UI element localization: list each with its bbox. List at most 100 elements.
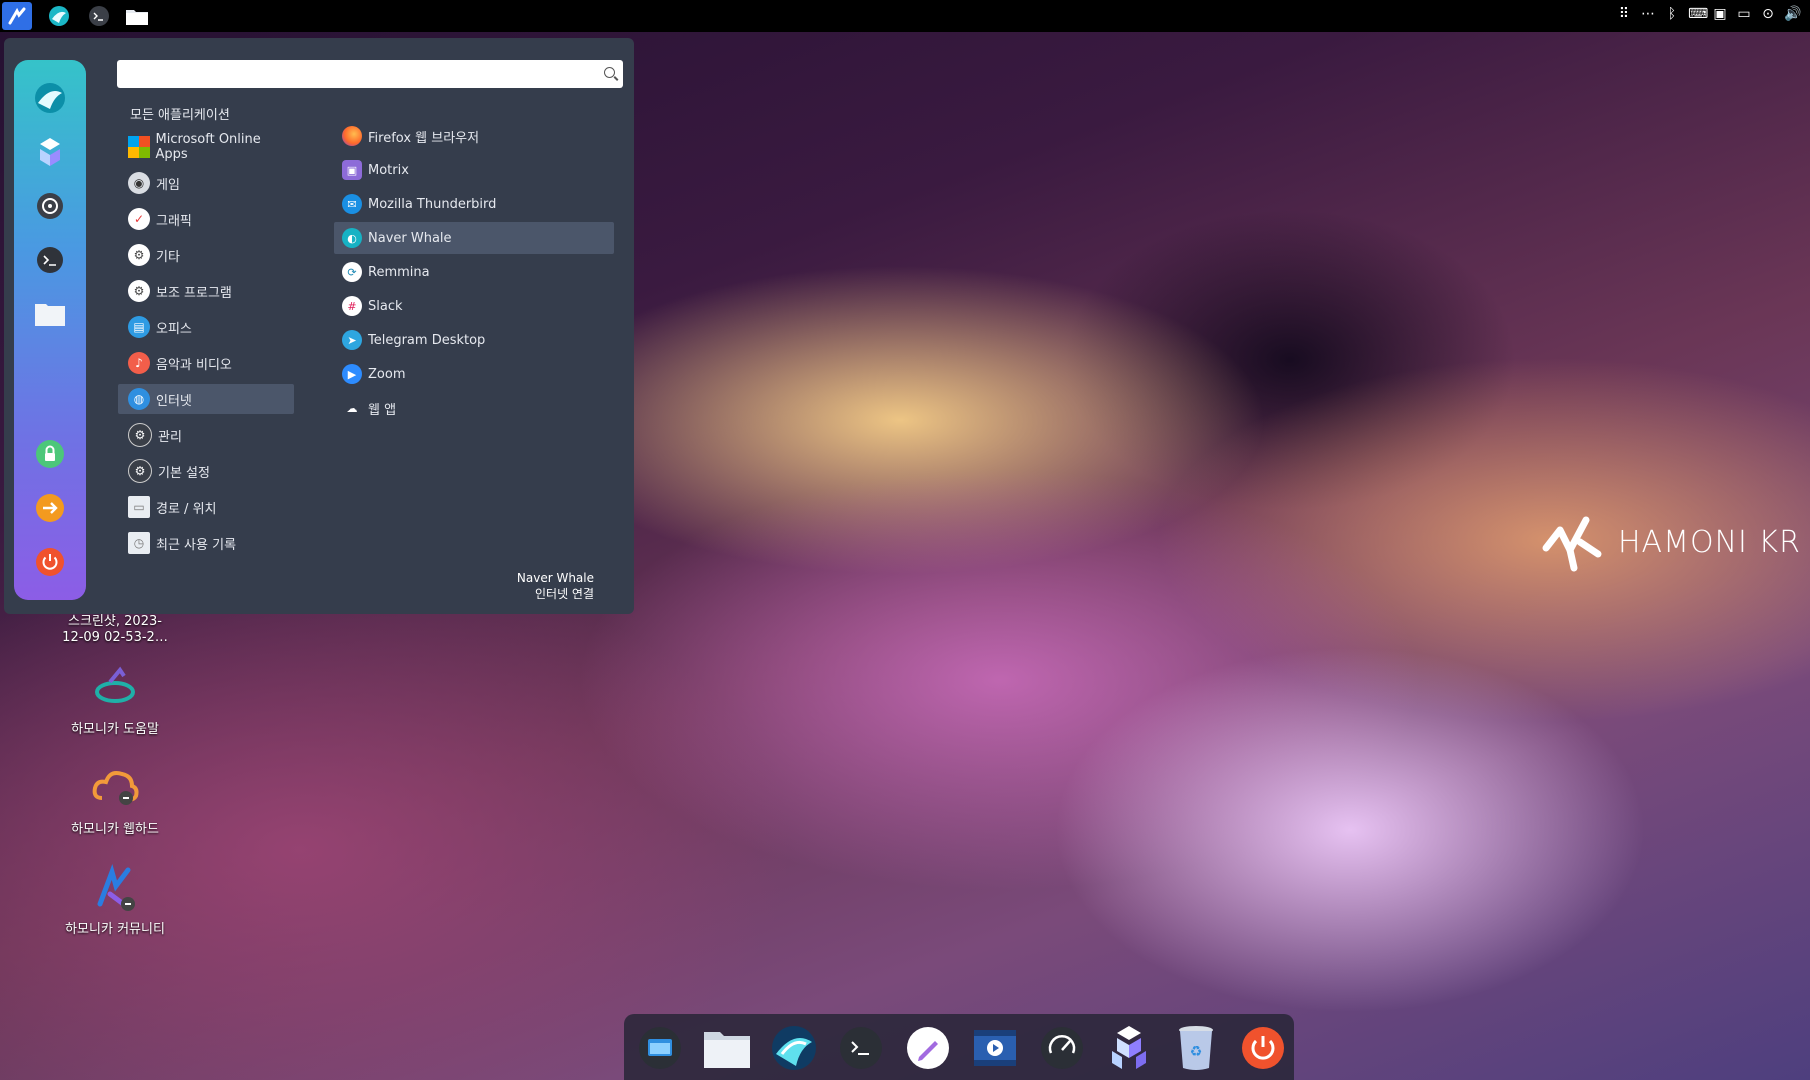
whale-browser-icon[interactable] xyxy=(768,1022,820,1074)
whale-icon: ◐ xyxy=(342,228,362,248)
category-office[interactable]: ▤ 오피스 xyxy=(118,312,294,342)
network-icon[interactable]: ⊙ xyxy=(1760,6,1776,22)
settings-icon[interactable] xyxy=(28,184,72,228)
app-naver-whale[interactable]: ◐ Naver Whale xyxy=(334,222,614,254)
admin-icon: ⚙ xyxy=(128,423,152,447)
category-label: 그래픽 xyxy=(156,213,192,229)
microsoft-icon xyxy=(128,136,150,158)
app-label: Telegram Desktop xyxy=(368,332,486,348)
all-apps-label[interactable]: 모든 애플리케이션 xyxy=(130,104,230,123)
category-label: 보조 프로그램 xyxy=(156,285,232,301)
category-recent[interactable]: ◷ 최근 사용 기록 xyxy=(118,528,294,558)
accessories-icon: ⚙ xyxy=(128,280,150,302)
community-icon xyxy=(90,864,140,914)
desktop-icon-webhard[interactable]: 하모니카 웹하드 xyxy=(45,764,185,837)
battery-icon[interactable]: ▭ xyxy=(1736,6,1752,22)
app-slack[interactable]: # Slack xyxy=(334,290,614,322)
category-label: 경로 / 위치 xyxy=(156,501,217,517)
internet-icon: ◍ xyxy=(128,388,150,410)
more-icon[interactable]: ⋯ xyxy=(1640,6,1656,22)
app-label: Zoom xyxy=(368,366,406,382)
video-player-icon[interactable] xyxy=(969,1022,1021,1074)
app-telegram[interactable]: ➤ Telegram Desktop xyxy=(334,324,614,356)
music-icon: ♪ xyxy=(128,352,150,374)
desktop-icon-community[interactable]: 하모니카 커뮤니티 xyxy=(45,864,185,937)
app-firefox[interactable]: Firefox 웹 브라우저 xyxy=(334,120,614,152)
slack-icon: # xyxy=(342,296,362,316)
text-editor-icon[interactable] xyxy=(902,1022,954,1074)
app-remmina[interactable]: ⟳ Remmina xyxy=(334,256,614,288)
bluetooth-icon[interactable]: ᛒ xyxy=(1664,6,1680,22)
desktop-icon-screenshot[interactable]: 스크린샷, 2023-12-09 02-53-2… xyxy=(45,614,185,646)
app-thunderbird[interactable]: ✉ Mozilla Thunderbird xyxy=(334,188,614,220)
webhard-icon xyxy=(90,764,140,814)
whale-icon[interactable] xyxy=(28,76,72,120)
category-music-video[interactable]: ♪ 음악과 비디오 xyxy=(118,348,294,378)
search-box xyxy=(117,60,623,88)
app-menu: 모든 애플리케이션 Microsoft Online Apps ◉ 게임 ✓ 그… xyxy=(4,38,634,614)
category-admin[interactable]: ⚙ 관리 xyxy=(118,420,294,450)
help-icon xyxy=(90,664,140,714)
thunderbird-icon: ✉ xyxy=(342,194,362,214)
trash-icon[interactable]: ♻ xyxy=(1170,1022,1222,1074)
graphics-icon: ✓ xyxy=(128,208,150,230)
recent-icon: ◷ xyxy=(128,532,150,554)
monitor-icon[interactable]: ▣ xyxy=(1712,6,1728,22)
category-internet[interactable]: ◍ 인터넷 xyxy=(118,384,294,414)
category-preferences[interactable]: ⚙ 기본 설정 xyxy=(118,456,294,486)
power-icon[interactable] xyxy=(28,540,72,584)
software-center-icon[interactable] xyxy=(28,130,72,174)
category-label: 오피스 xyxy=(156,321,192,337)
app-label: Firefox 웹 브라우저 xyxy=(368,130,480,146)
desktop-icon-label: 스크린샷, 2023-12-09 02-53-2… xyxy=(62,614,168,645)
terminal-icon[interactable] xyxy=(28,238,72,282)
category-other[interactable]: ⚙ 기타 xyxy=(118,240,294,270)
category-label: 기타 xyxy=(156,249,180,265)
terminal-icon[interactable] xyxy=(835,1022,887,1074)
description-title: Naver Whale xyxy=(516,571,594,585)
category-label: 인터넷 xyxy=(156,393,192,409)
category-graphics[interactable]: ✓ 그래픽 xyxy=(118,204,294,234)
folder-icon[interactable] xyxy=(28,292,72,336)
whale-browser-icon[interactable] xyxy=(44,2,74,30)
category-label: 기본 설정 xyxy=(158,465,210,481)
app-motrix[interactable]: ▣ Motrix xyxy=(334,154,614,186)
system-monitor-icon[interactable] xyxy=(1036,1022,1088,1074)
search-icon xyxy=(604,67,615,78)
apps-grid-icon[interactable]: ⠿ xyxy=(1616,6,1632,22)
category-label: 음악과 비디오 xyxy=(156,357,232,373)
app-zoom[interactable]: ▶ Zoom xyxy=(334,358,614,390)
firefox-icon xyxy=(342,126,362,146)
top-panel: ⠿ ⋯ ᛒ ⌨ ▣ ▭ ⊙ 🔊 xyxy=(0,0,1810,32)
gamepad-icon: ◉ xyxy=(128,172,150,194)
category-places[interactable]: ▭ 경로 / 위치 xyxy=(118,492,294,522)
category-games[interactable]: ◉ 게임 xyxy=(118,168,294,198)
logout-icon[interactable] xyxy=(28,486,72,530)
category-microsoft-online-apps[interactable]: Microsoft Online Apps xyxy=(118,132,294,162)
hamonikr-menu-icon[interactable] xyxy=(2,2,32,30)
category-accessories[interactable]: ⚙ 보조 프로그램 xyxy=(118,276,294,306)
app-web-app[interactable]: ☁ 웹 앱 xyxy=(334,392,614,424)
screenshot-tool-icon[interactable] xyxy=(634,1022,686,1074)
desktop-icon-label: 하모니카 웹하드 xyxy=(71,822,159,837)
app-label: Mozilla Thunderbird xyxy=(368,196,497,212)
app-description: Naver Whale 인터넷 연결 xyxy=(517,570,594,602)
category-label: Microsoft Online Apps xyxy=(155,132,261,162)
dock: ♻ xyxy=(624,1014,1294,1080)
desktop-icon-label: 하모니카 도움말 xyxy=(71,722,159,737)
brand-text: HAMONI KR xyxy=(1618,524,1801,560)
keyboard-icon[interactable]: ⌨ xyxy=(1688,6,1708,22)
software-center-icon[interactable] xyxy=(1103,1022,1155,1074)
lock-icon[interactable] xyxy=(28,432,72,476)
files-icon[interactable] xyxy=(122,2,152,30)
category-label: 게임 xyxy=(156,177,180,193)
search-input[interactable] xyxy=(125,60,599,88)
volume-icon[interactable]: 🔊 xyxy=(1784,6,1801,22)
app-label: Remmina xyxy=(368,264,430,280)
desktop-icon-label: 하모니카 커뮤니티 xyxy=(65,922,165,937)
desktop-icon-help[interactable]: 하모니카 도움말 xyxy=(45,664,185,737)
files-icon[interactable] xyxy=(701,1022,753,1074)
power-icon[interactable] xyxy=(1237,1022,1289,1074)
terminal-icon[interactable] xyxy=(84,2,114,30)
system-tray: ⠿ ⋯ ᛒ ⌨ ▣ ▭ ⊙ 🔊 xyxy=(1616,6,1802,22)
